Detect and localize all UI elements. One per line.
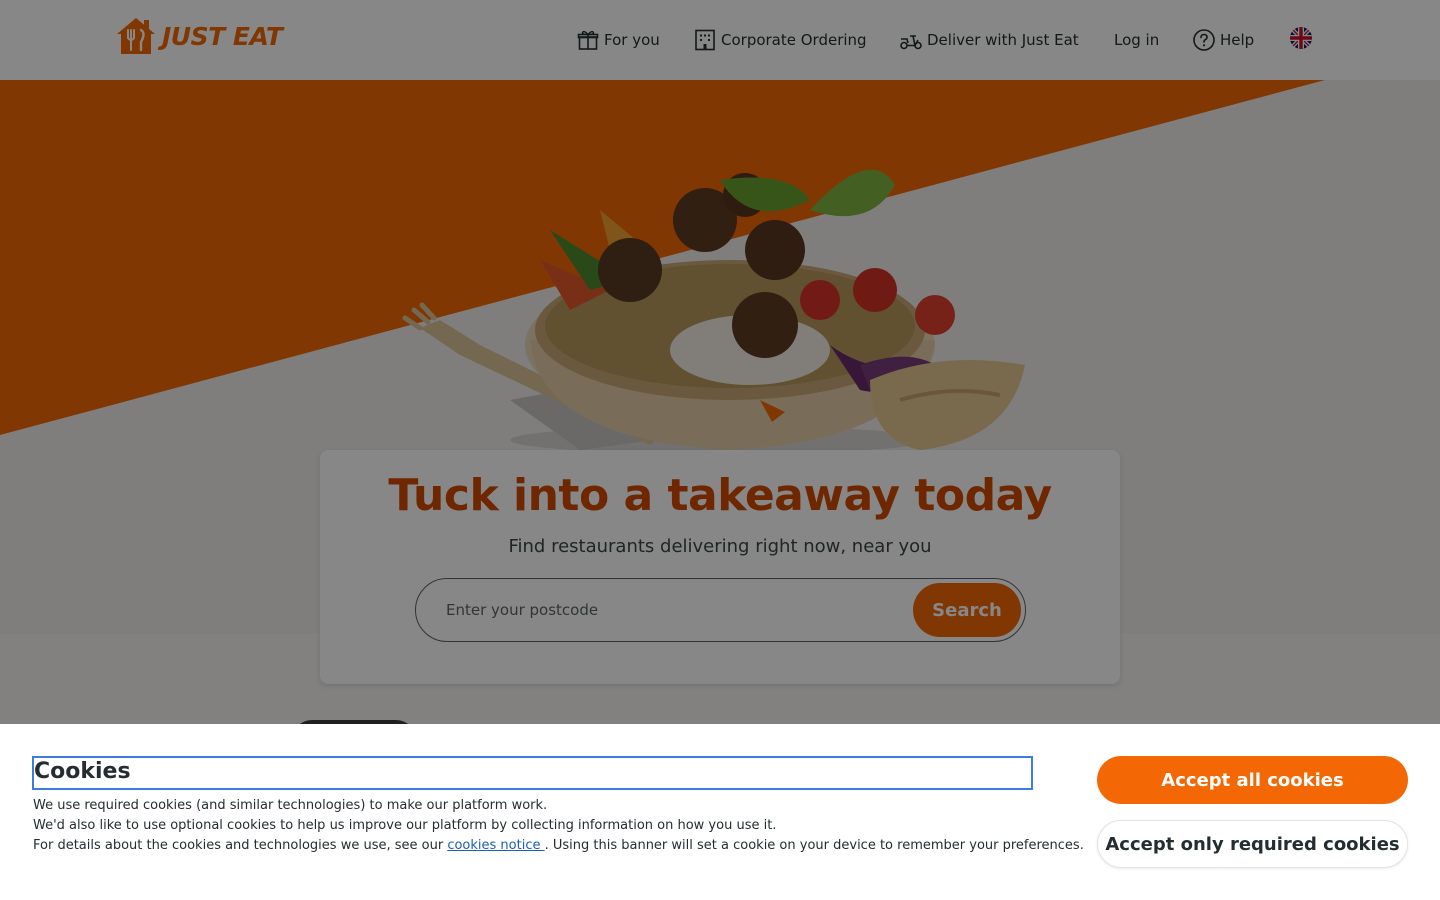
cookie-text-line-3: For details about the cookies and techno… (33, 838, 1084, 853)
cookie-text-line-3-end: . Using this banner will set a cookie on… (544, 838, 1084, 853)
cookie-banner-title: Cookies (32, 756, 1033, 790)
cookie-text-line-2: We'd also like to use optional cookies t… (33, 818, 777, 833)
cookie-text-line-3-start: For details about the cookies and techno… (33, 838, 448, 853)
cookies-notice-link[interactable]: cookies notice (447, 838, 544, 853)
accept-all-cookies-button[interactable]: Accept all cookies (1097, 756, 1408, 804)
cookie-banner: Cookies We use required cookies (and sim… (0, 724, 1440, 900)
cookie-text-line-1: We use required cookies (and similar tec… (33, 798, 548, 813)
accept-required-cookies-button[interactable]: Accept only required cookies (1097, 820, 1408, 868)
